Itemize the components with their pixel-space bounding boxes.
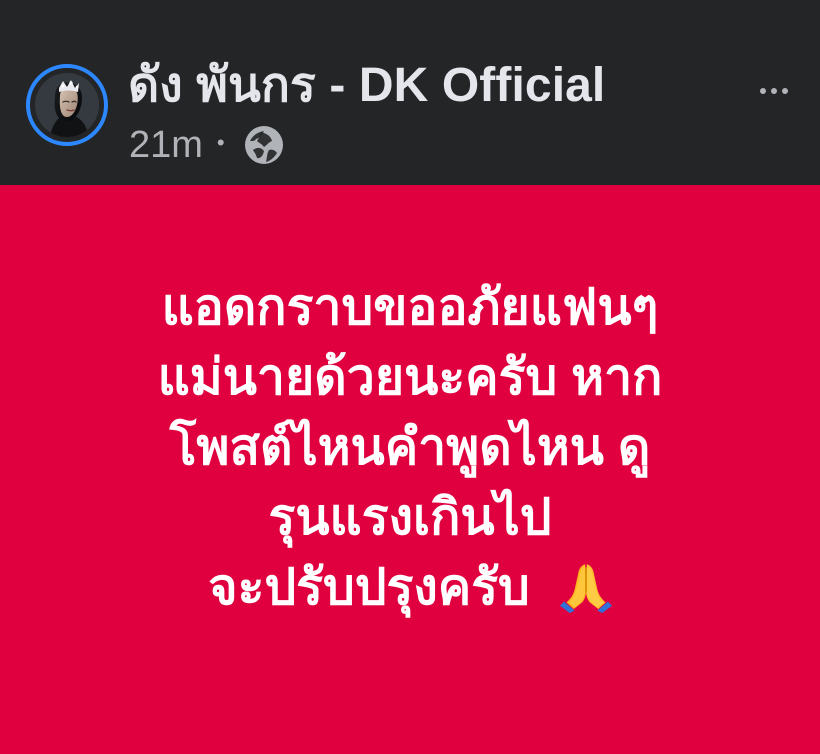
meta-separator: •: [216, 130, 225, 155]
more-options-icon: [760, 88, 788, 94]
more-options-dot: [760, 88, 766, 94]
avatar-portrait-icon: [35, 73, 99, 137]
prayer-hands-icon: [559, 564, 612, 613]
post-message: แอดกราบขออภัยแฟนๆ แม่นายด้วยนะครับ หาก โ…: [0, 272, 820, 622]
more-options-button[interactable]: [754, 76, 794, 106]
post-header: ดัง พันกร - DK Official 21m •: [0, 0, 820, 185]
more-options-dot: [782, 88, 788, 94]
page-name-link[interactable]: ดัง พันกร - DK Official: [128, 62, 605, 110]
colored-status-post: แอดกราบขออภัยแฟนๆ แม่นายด้วยนะครับ หาก โ…: [0, 185, 820, 754]
message-line-5-text: จะปรับปรุงครับ: [208, 559, 530, 615]
message-line-3: โพสต์ไหนคำพูดไหน ดู: [169, 419, 651, 475]
post-meta: 21m •: [129, 123, 286, 167]
post-timestamp-link[interactable]: 21m: [129, 126, 203, 164]
more-options-dot: [771, 88, 777, 94]
globe-icon[interactable]: [242, 123, 286, 167]
message-line-1: แอดกราบขออภัยแฟนๆ: [161, 279, 659, 335]
message-line-4: รุนแรงเกินไป: [268, 489, 552, 545]
avatar-button[interactable]: [26, 64, 108, 146]
message-line-2: แม่นายด้วยนะครับ หาก: [157, 349, 663, 405]
avatar: [35, 73, 99, 137]
message-line-5: จะปรับปรุงครับ: [0, 552, 820, 622]
post-screenshot: ดัง พันกร - DK Official 21m • แอดกราบขออ…: [0, 0, 820, 754]
